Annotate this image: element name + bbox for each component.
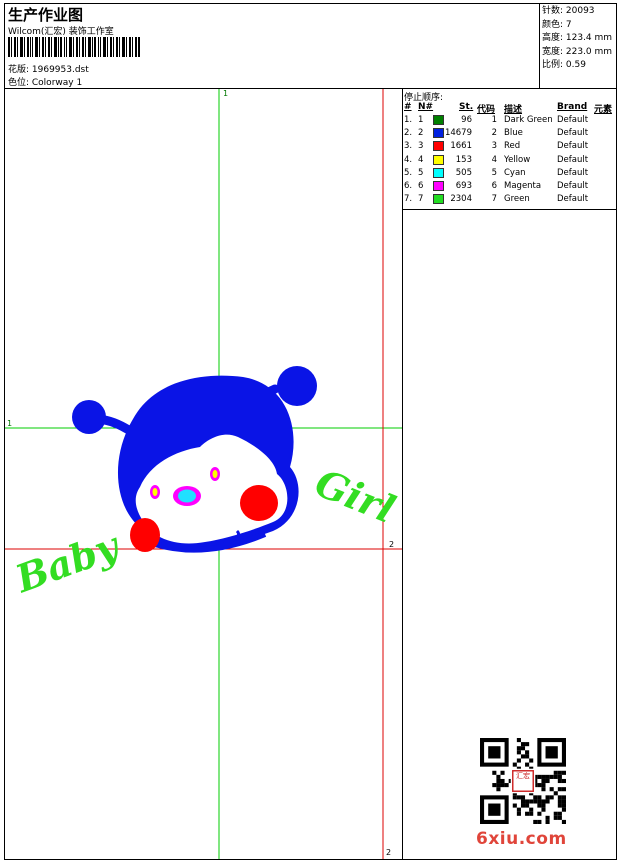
seq-cell-st: 693 (455, 181, 472, 191)
sequence-row: 3. 3 1661 3 Red Default (404, 141, 616, 154)
col-num: # (404, 102, 412, 112)
seq-cell-st: 2304 (450, 194, 472, 205)
color-swatch (433, 115, 444, 125)
seq-cell-num: 2. (404, 128, 413, 139)
seq-cell-n: 2 (418, 128, 424, 139)
seq-cell-st: 505 (455, 167, 472, 178)
sequence-row: 7. 7 2304 7 Green Default (404, 194, 616, 207)
color-count: 颜色: 7 (542, 19, 572, 30)
seq-cell-num: 1. (404, 115, 413, 125)
seq-cell-desc: Dark Green (504, 115, 553, 125)
seq-cell-brand: Default (557, 115, 589, 125)
seq-cell-code: 5 (491, 167, 497, 178)
sequence-row: 6. 6 693 6 Magenta Default (404, 181, 616, 194)
seq-cell-num: 7. (404, 194, 413, 205)
page-title: 生产作业图 (8, 6, 84, 24)
sequence-header: # N# St. 代码 描述 Brand 元素 (404, 102, 616, 115)
barcode (8, 37, 140, 57)
color-swatch (433, 167, 444, 178)
sequence-row: 1. 1 96 1 Dark Green Default (404, 115, 616, 128)
seq-cell-desc: Yellow (504, 154, 531, 165)
seq-cell-desc: Blue (504, 128, 523, 139)
seq-cell-code: 7 (491, 194, 497, 205)
sequence-row: 5. 5 505 5 Cyan Default (404, 167, 616, 181)
seq-cell-code: 3 (491, 141, 497, 152)
seq-cell-num: 3. (404, 141, 413, 152)
seq-cell-desc: Magenta (504, 181, 542, 191)
stitch-count: 针数: 20093 (542, 6, 595, 16)
sequence-row: 2. 2 14679 2 Blue Default (404, 128, 616, 141)
col-stitches: St. (459, 102, 474, 112)
seq-cell-code: 1 (491, 115, 497, 125)
design-canvas: Baby Girl 1 1 2 2 (5, 89, 402, 859)
seq-cell-num: 5. (404, 167, 413, 178)
seq-cell-n: 7 (418, 194, 424, 205)
seq-cell-st: 14679 (444, 128, 472, 139)
color-swatch (433, 154, 444, 165)
guide-label-left: 1 (7, 419, 12, 428)
seq-cell-num: 6. (404, 181, 413, 191)
seq-cell-brand: Default (557, 154, 589, 165)
guide-label-top: 1 (223, 89, 228, 98)
seq-cell-num: 4. (404, 154, 413, 165)
seq-cell-code: 6 (491, 181, 497, 191)
seq-cell-n: 3 (418, 141, 424, 152)
company-name: Wilcom(汇宏) 装饰工作室 (8, 27, 114, 37)
color-swatch (433, 141, 444, 152)
seq-cell-n: 4 (418, 154, 424, 165)
col-description: 描述 (504, 105, 523, 115)
sequence-row: 4. 4 153 4 Yellow Default (404, 154, 616, 168)
seq-cell-code: 2 (491, 128, 497, 139)
seq-cell-desc: Green (504, 194, 530, 205)
text-girl: Girl (309, 460, 401, 532)
design-file-label: 花版: 1969953.dst (8, 65, 89, 75)
seq-cell-brand: Default (557, 181, 589, 191)
seq-cell-desc: Red (504, 141, 521, 152)
colorway-label: 色位: Colorway 1 (8, 78, 83, 88)
color-swatch (433, 181, 444, 191)
seq-cell-n: 1 (418, 115, 424, 125)
design-scale: 比例: 0.59 (542, 60, 586, 70)
design-stats: 针数: 20093 颜色: 7 高度: 123.4 mm 宽度: 223.0 m… (542, 5, 612, 73)
text-baby: Baby (9, 522, 127, 602)
col-brand: Brand (557, 102, 588, 112)
seq-cell-st: 153 (455, 154, 472, 165)
watermark-site: 6xiu.com (476, 829, 567, 849)
guide-label-bottom: 2 (386, 848, 391, 857)
color-swatch (433, 128, 444, 139)
seq-cell-st: 1661 (450, 141, 472, 152)
seal-stamp: 汇宏 (516, 772, 530, 780)
seq-cell-st: 96 (461, 115, 472, 125)
seq-cell-brand: Default (557, 194, 589, 205)
design-height: 高度: 123.4 mm (542, 33, 613, 43)
seq-cell-brand: Default (557, 167, 589, 178)
design-width: 宽度: 223.0 mm (542, 46, 613, 57)
col-code: 代码 (477, 105, 496, 115)
guide-label-right: 2 (389, 540, 394, 549)
col-element: 元素 (594, 105, 613, 115)
seq-cell-brand: Default (557, 128, 589, 139)
seq-cell-n: 6 (418, 181, 424, 191)
seq-cell-desc: Cyan (504, 167, 526, 178)
seq-cell-n: 5 (418, 167, 424, 178)
col-n: N# (418, 102, 434, 112)
color-swatch (433, 194, 444, 205)
seq-cell-brand: Default (557, 141, 589, 152)
seq-cell-code: 4 (491, 154, 497, 165)
